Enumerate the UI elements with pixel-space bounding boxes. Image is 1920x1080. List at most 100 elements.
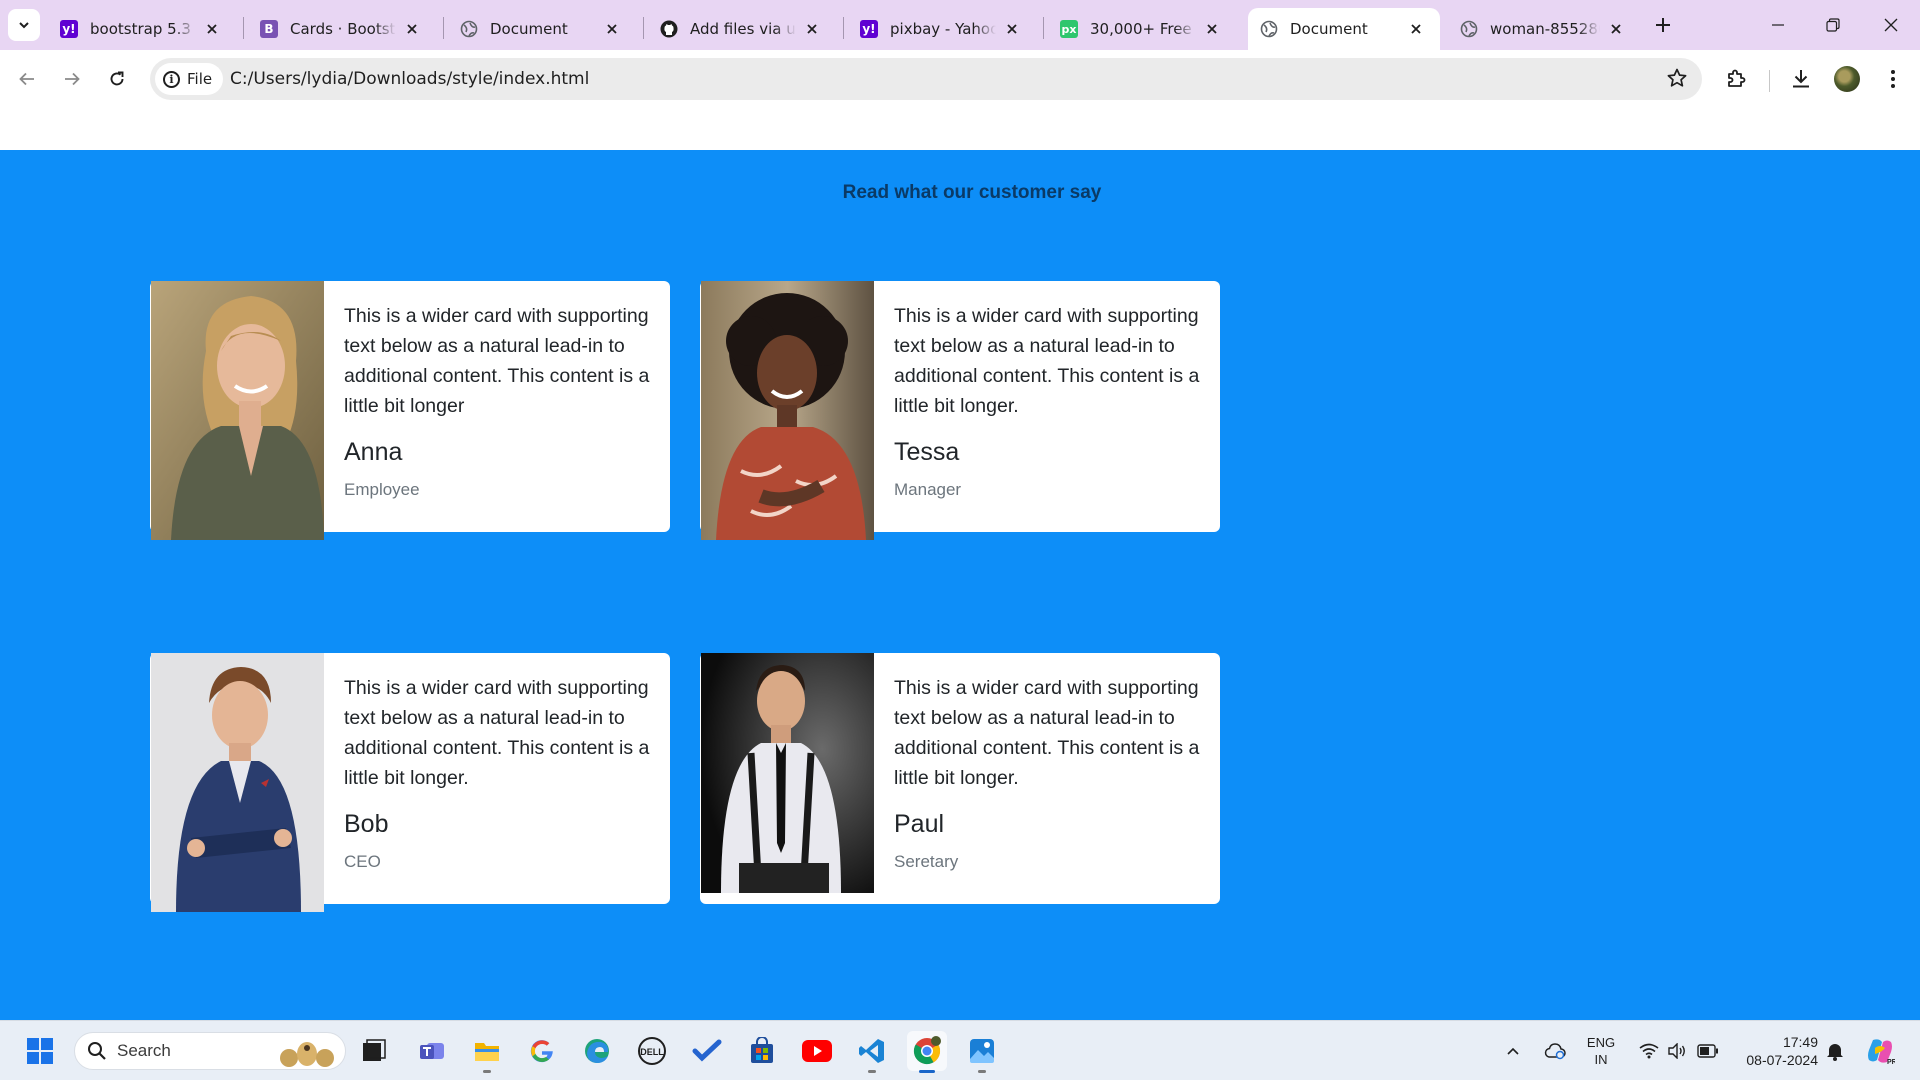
tab-search-button[interactable] <box>8 9 40 41</box>
taskbar-app-youtube[interactable] <box>797 1031 837 1071</box>
forward-button[interactable] <box>55 62 89 96</box>
close-icon[interactable] <box>1606 19 1626 39</box>
more-vertical-icon <box>1891 70 1895 88</box>
arrow-left-icon <box>19 72 34 86</box>
taskbar-search[interactable]: Search <box>74 1032 346 1070</box>
browser-toolbar: i File C:/Users/lydia/Downloads/style/in… <box>0 50 1920 108</box>
card-body: This is a wider card with supporting tex… <box>894 673 1204 873</box>
language-indicator[interactable]: ENG IN <box>1580 1021 1622 1080</box>
man-blue-suit-portrait <box>151 653 324 912</box>
region-code: IN <box>1594 1052 1608 1067</box>
edge-icon <box>585 1039 609 1063</box>
browser-tab-active[interactable]: Document <box>1248 8 1440 50</box>
downloads-button[interactable] <box>1784 62 1818 96</box>
web-page: Read what our customer say This is a wid… <box>0 108 1920 1020</box>
taskbar-app-vscode[interactable] <box>852 1031 892 1073</box>
notifications-button[interactable] <box>1822 1021 1848 1080</box>
back-button[interactable] <box>10 62 44 96</box>
restore-button[interactable] <box>1818 10 1848 40</box>
onedrive-tray[interactable] <box>1540 1021 1570 1080</box>
globe-icon <box>1260 20 1278 38</box>
browser-tab[interactable]: px 30,000+ Free Women <box>1048 8 1236 50</box>
card-text: This is a wider card with supporting tex… <box>894 677 1200 789</box>
yahoo-icon: y! <box>860 20 878 38</box>
clock[interactable]: 17:49 08-07-2024 <box>1734 1021 1818 1080</box>
clock-date: 08-07-2024 <box>1746 1052 1818 1068</box>
close-icon[interactable] <box>402 19 422 39</box>
extensions-button[interactable] <box>1719 62 1753 96</box>
browser-tab[interactable]: B Cards · Bootstrap <box>248 8 436 50</box>
show-hidden-icons-button[interactable] <box>1500 1021 1526 1080</box>
dell-icon: DELL <box>638 1037 666 1065</box>
browser-tab[interactable]: woman-8552807 <box>1448 8 1640 50</box>
teams-icon <box>420 1043 444 1059</box>
bookmark-button[interactable] <box>1666 67 1688 93</box>
site-info-label: File <box>187 70 213 88</box>
pixabay-icon: px <box>1060 20 1078 38</box>
language-code: ENG <box>1586 1035 1616 1050</box>
close-icon[interactable] <box>1406 19 1426 39</box>
clock-time: 17:49 <box>1782 1034 1818 1050</box>
minimize-icon <box>1772 24 1784 26</box>
new-tab-button[interactable] <box>1651 13 1675 37</box>
card-role: Seretary <box>894 852 959 871</box>
folder-icon <box>475 1043 499 1061</box>
taskbar-app-explorer[interactable] <box>467 1031 507 1073</box>
browser-tab[interactable]: y! bootstrap 5.3 - Yahoo <box>48 8 236 50</box>
url-text[interactable]: C:/Users/lydia/Downloads/style/index.htm… <box>230 69 589 89</box>
toolbar-separator <box>1769 70 1770 92</box>
todo-icon <box>692 1039 722 1062</box>
close-icon[interactable] <box>602 19 622 39</box>
close-icon[interactable] <box>1202 19 1222 39</box>
vscode-icon <box>859 1039 884 1063</box>
close-icon <box>1884 18 1898 32</box>
taskbar-app-dell[interactable]: DELL <box>632 1031 672 1071</box>
speaker-icon <box>1668 1043 1685 1059</box>
close-icon[interactable] <box>802 19 822 39</box>
battery-tray[interactable] <box>1694 1021 1722 1080</box>
windows-logo-icon <box>27 1038 53 1064</box>
browser-tab[interactable]: y! pixbay - Yahoo Image <box>848 8 1036 50</box>
close-icon[interactable] <box>202 19 222 39</box>
wifi-icon <box>1639 1043 1659 1059</box>
file-explorer-task-view-icon <box>363 1039 386 1061</box>
browser-tab[interactable]: Document <box>448 8 636 50</box>
close-window-button[interactable] <box>1876 10 1906 40</box>
minimize-button[interactable] <box>1763 10 1793 40</box>
task-view-button[interactable] <box>354 1031 394 1071</box>
start-button[interactable] <box>20 1031 60 1071</box>
google-icon <box>530 1040 553 1063</box>
taskbar-app-photos[interactable] <box>962 1031 1002 1073</box>
search-icon <box>88 1042 106 1060</box>
volume-tray[interactable] <box>1664 1021 1690 1080</box>
copilot-button[interactable]: PRE <box>1862 1021 1898 1080</box>
card-body: This is a wider card with supporting tex… <box>894 301 1204 501</box>
copilot-icon: PRE <box>1868 1039 1895 1066</box>
tab-separator <box>643 17 644 39</box>
taskbar-app-todo[interactable] <box>687 1031 727 1071</box>
search-highlight-icon <box>280 1042 334 1067</box>
taskbar-app-teams[interactable] <box>412 1031 452 1071</box>
card-text: This is a wider card with supporting tex… <box>894 305 1200 417</box>
card-body: This is a wider card with supporting tex… <box>344 301 654 501</box>
youtube-icon <box>802 1040 832 1062</box>
github-icon <box>660 20 678 38</box>
close-icon[interactable] <box>1002 19 1022 39</box>
taskbar-app-edge[interactable] <box>577 1031 617 1071</box>
wifi-tray[interactable] <box>1636 1021 1662 1080</box>
menu-button[interactable] <box>1876 62 1910 96</box>
profile-avatar[interactable] <box>1834 66 1860 92</box>
card-role: Employee <box>344 480 420 499</box>
taskbar-app-chrome[interactable] <box>907 1031 947 1073</box>
testimonials-section: Read what our customer say This is a wid… <box>0 150 1920 1020</box>
taskbar-app-store[interactable] <box>742 1031 782 1071</box>
reload-button[interactable] <box>100 62 134 96</box>
card-name: Bob <box>344 810 389 838</box>
address-bar[interactable]: i File C:/Users/lydia/Downloads/style/in… <box>150 58 1702 100</box>
site-info-chip[interactable]: i File <box>155 63 224 95</box>
battery-icon <box>1697 1044 1718 1058</box>
taskbar-app-google[interactable] <box>522 1031 562 1071</box>
restore-icon <box>1826 18 1840 32</box>
browser-tab[interactable]: Add files via upload <box>648 8 836 50</box>
card-role: CEO <box>344 852 381 871</box>
